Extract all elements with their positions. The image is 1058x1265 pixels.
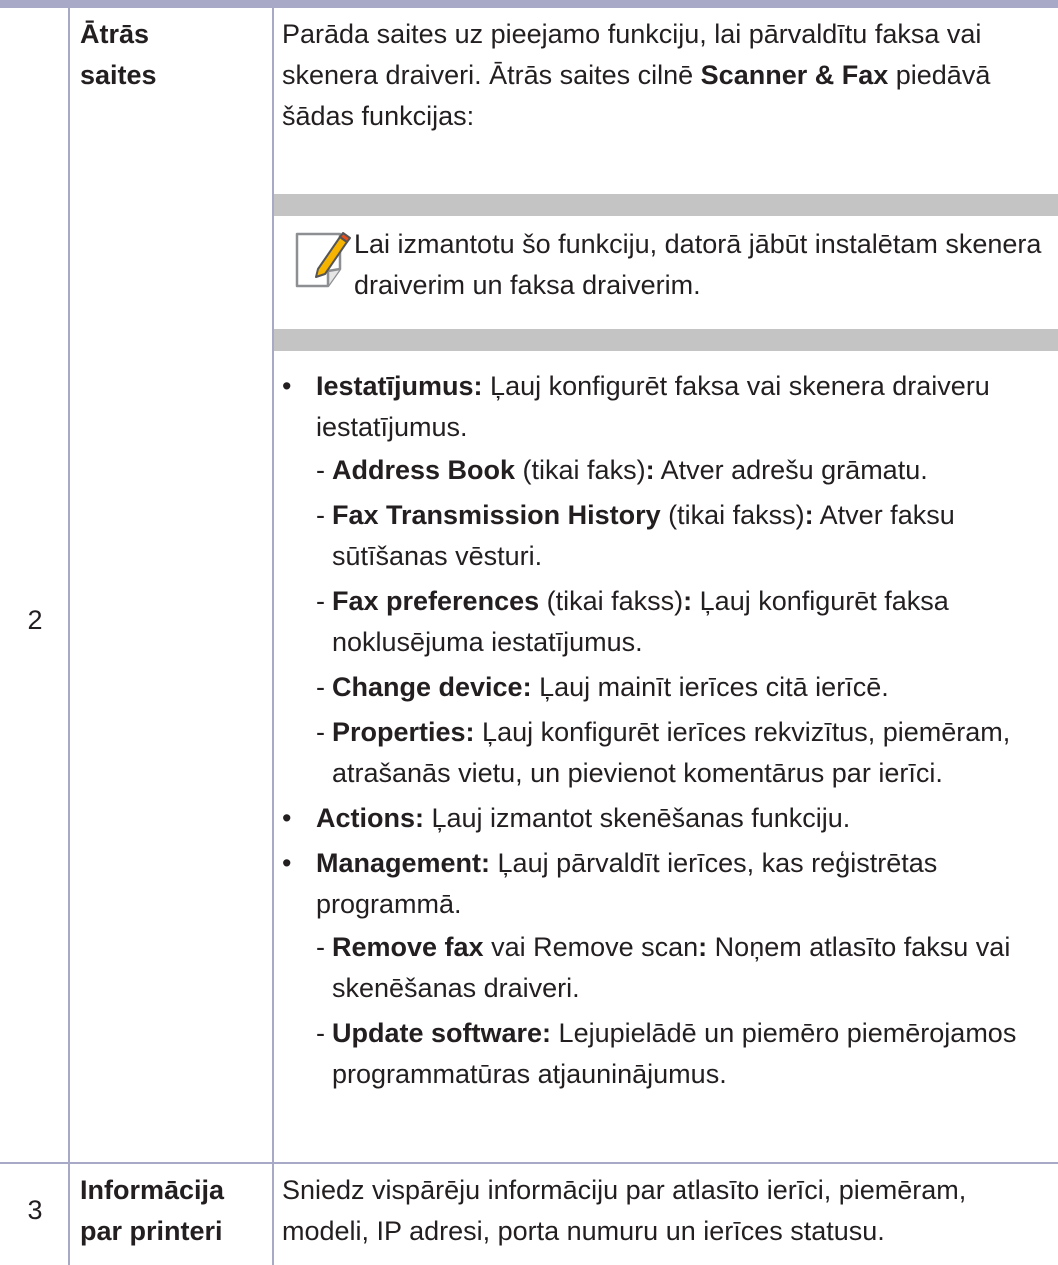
- sub-list-item: Change device: Ļauj mainīt ierīces citā …: [316, 667, 1052, 708]
- row-number-3: 3: [27, 1195, 43, 1225]
- table-top-rule: [0, 0, 1058, 8]
- list-item: Iestatījumus: Ļauj konfigurēt faksa vai …: [282, 366, 1052, 794]
- note-text: Lai izmantotu šo funkciju, datorā jābūt …: [354, 229, 1042, 300]
- feature-line: Informācija: [80, 1175, 225, 1205]
- feature-description: Sniedz vispārēju informāciju par atlasīt…: [282, 1175, 967, 1246]
- row-divider: [0, 1162, 1058, 1164]
- list-item: Actions: Ļauj izmantot skenēšanas funkci…: [282, 798, 1052, 839]
- sub-list: Address Book (tikai faks): Atver adrešu …: [316, 450, 1052, 794]
- sub-list: Remove fax vai Remove scan: Noņem atlasī…: [316, 927, 1052, 1095]
- feature-name-printer-info: Informācija par printeri: [80, 1170, 265, 1252]
- feature-line: saites: [80, 60, 157, 90]
- feature-description: Parāda saites uz pieejamo funkciju, lai …: [282, 19, 991, 131]
- feature-name-quick-links: Ātrās saites: [80, 14, 265, 96]
- feature-line: par printeri: [80, 1216, 223, 1246]
- sub-list-item: Fax preferences (tikai fakss): Ļauj konf…: [316, 581, 1052, 663]
- note-box: Lai izmantotu šo funkciju, datorā jābūt …: [274, 194, 1058, 351]
- feature-list: Iestatījumus: Ļauj konfigurēt faksa vai …: [282, 366, 1052, 1099]
- feature-line: Ātrās: [80, 19, 150, 49]
- pencil-note-icon: [295, 232, 351, 288]
- sub-list-item: Fax Transmission History (tikai fakss): …: [316, 495, 1052, 577]
- row-number-2: 2: [27, 605, 43, 635]
- sub-list-item: Address Book (tikai faks): Atver adrešu …: [316, 450, 1052, 491]
- list-item: Management: Ļauj pārvaldīt ierīces, kas …: [282, 843, 1052, 1095]
- sub-list-item: Remove fax vai Remove scan: Noņem atlasī…: [316, 927, 1052, 1009]
- sub-list-item: Update software: Lejupielādē un piemēro …: [316, 1013, 1052, 1095]
- sub-list-item: Properties: Ļauj konfigurēt ierīces rekv…: [316, 712, 1052, 794]
